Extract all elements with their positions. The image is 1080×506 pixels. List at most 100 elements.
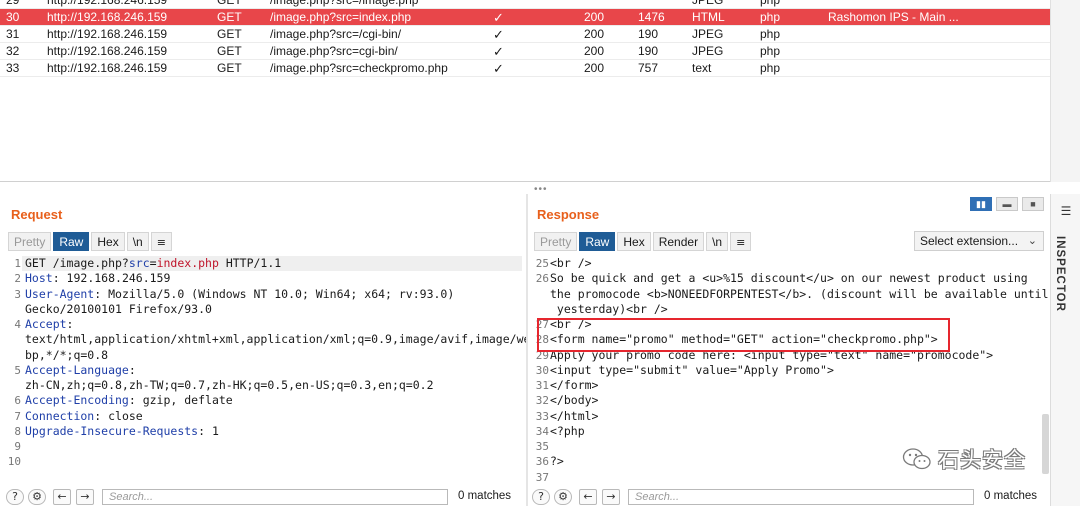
arrow-right-icon[interactable]: → [76,489,94,505]
chevron-down-icon: ⌄ [1027,235,1037,247]
split-vertical-icon[interactable]: ▬ [996,197,1018,211]
code-line: Gecko/20100101 Firefox/93.0 [25,302,212,317]
gear-icon[interactable]: ⚙ [554,489,572,505]
code-token: : [66,317,74,331]
response-matches-count: 0 matches [984,490,1038,502]
code-line: </html> [550,408,599,423]
request-search-bar: ? ⚙ ← → Search... 0 matches [0,488,526,506]
history-cell-check: ✓ [493,44,504,59]
line-number: 2 [14,272,21,286]
code-token: Host [25,271,53,286]
history-row[interactable]: 33 http://192.168.246.159 GET/image.php?sr… [0,60,1050,77]
tab-raw[interactable]: Raw [53,232,90,251]
response-search-input[interactable]: Search... [628,489,974,505]
code-line: GET /image.php?src=index.php HTTP/1.1 [25,256,281,271]
code-line: zh-CN,zh;q=0.8,zh-TW;q=0.7,zh-HK;q=0.5,e… [25,378,434,393]
code-line: Accept: [25,317,73,332]
menu-icon[interactable]: ≡ [150,232,172,251]
code-token: : Mozilla/5.0 (Windows NT 10.0; Win64; x… [94,286,455,301]
line-number: 8 [14,424,21,438]
history-cell-length: 190 [638,27,659,41]
line-number: 4 [14,318,21,331]
history-cell-num: 30 [6,10,20,24]
response-search-bar: ? ⚙ ← → Search... 0 matches [528,488,1050,506]
history-cell-num: 29 [6,0,20,7]
horizontal-splitter[interactable]: ••• [0,182,1080,195]
menu-icon[interactable]: ≡ [730,232,752,251]
line-number: 7 [14,409,21,423]
select-extension-dropdown[interactable]: Select extension... ⌄ [914,231,1044,251]
response-title: Response [537,207,600,222]
code-token: Accept-Language [25,362,129,377]
history-cell-mime: JPEG [692,44,724,58]
tab-render[interactable]: Render [652,232,705,251]
arrow-left-icon[interactable]: ← [53,489,71,505]
history-cell-host: http://192.168.246.159 [47,10,168,24]
history-row[interactable]: 30 http://192.168.246.159 GET/image.php?sr… [0,9,1050,26]
tab-pretty[interactable]: Pretty [8,232,52,251]
code-token: bp,*/*;q=0.8 [25,347,109,362]
arrow-left-icon[interactable]: ← [579,489,597,505]
history-cell-length: 1476 [638,10,665,24]
history-cell-url: /image.php?src=cgi-bin/ [270,44,398,58]
help-icon[interactable]: ? [6,489,24,505]
tab-hex[interactable]: Hex [91,232,125,251]
line-number [0,332,21,347]
history-cell-mime: JPEG [692,27,724,41]
history-cell-ext: php [760,0,781,7]
code-line: So be quick and get a <u>%15 discount</u… [550,271,1028,286]
code-token: Connection [25,408,95,423]
code-token: : gzip, deflate [128,393,233,408]
response-tabbar: Pretty Raw Hex Render \n ≡ [534,232,752,251]
code-token: src [128,256,150,270]
history-row[interactable]: 32 http://192.168.246.159 GET/image.php?sr… [0,43,1050,60]
tab-pretty[interactable]: Pretty [534,232,578,251]
select-extension-label: Select extension... [920,234,1019,248]
watermark: 石头安全 [902,444,1026,474]
hamburger-icon[interactable]: ☰ [1058,204,1074,218]
line-number [0,302,21,317]
request-search-input[interactable]: Search... [102,489,448,505]
help-icon[interactable]: ? [532,489,550,505]
history-scrollbar[interactable] [1050,0,1080,182]
history-cell-mime: text [692,61,712,75]
history-row[interactable]: 31 http://192.168.246.159 GET/image.php?sr… [0,26,1050,43]
history-cell-host: http://192.168.246.159 [47,61,168,75]
watermark-text: 石头安全 [938,448,1026,472]
tab-raw[interactable]: Raw [579,232,616,251]
request-editor[interactable]: 1 GET /image.php?src=index.php HTTP/1.1 2 H… [0,256,526,482]
history-cell-url: /image.php?src=checkpromo.php [270,61,448,75]
arrow-right-icon[interactable]: → [602,489,620,505]
code-token: text/html,application/xhtml+xml,applicat… [25,332,526,347]
history-cell-check: ✓ [493,27,504,42]
history-cell-ext: php [760,10,781,24]
code-token: : close [94,408,143,423]
history-cell-method: GET [217,0,242,7]
newline-toggle[interactable]: \n [126,232,149,251]
tab-hex[interactable]: Hex [617,232,651,251]
line-number: 6 [14,394,21,408]
line-number: 36 [535,455,549,469]
newline-toggle[interactable]: \n [706,232,729,251]
line-number [528,302,549,317]
code-token: : [128,362,136,377]
code-token: : 192.168.246.159 [52,271,171,286]
history-cell-mime: HTML [692,10,725,24]
history-cell-ext: php [760,61,781,75]
inspector-label[interactable]: INSPECTOR [1054,236,1066,312]
history-cell-status: 200 [584,44,605,58]
inspector-panel[interactable]: ☰ INSPECTOR [1050,194,1080,506]
gear-icon[interactable]: ⚙ [28,489,46,505]
history-cell-host: http://192.168.246.159 [47,44,168,58]
single-view-icon[interactable]: ■ [1022,197,1044,211]
line-number: 34 [535,424,549,438]
history-row[interactable]: 29 http://192.168.246.159 GET/image.php?sr… [0,0,1050,9]
history-cell-status: 200 [584,10,605,24]
code-token: User-Agent [25,286,95,301]
history-cell-url: /image.php?src=/image.php [270,0,419,7]
history-cell-title: Rashomon IPS - Main ... [828,10,959,24]
split-horizontal-icon[interactable]: ▮▮ [970,197,992,211]
code-token: Accept [25,317,67,331]
response-scrollbar-thumb[interactable] [1042,414,1049,474]
code-line: yesterday)<br /> [550,301,668,316]
